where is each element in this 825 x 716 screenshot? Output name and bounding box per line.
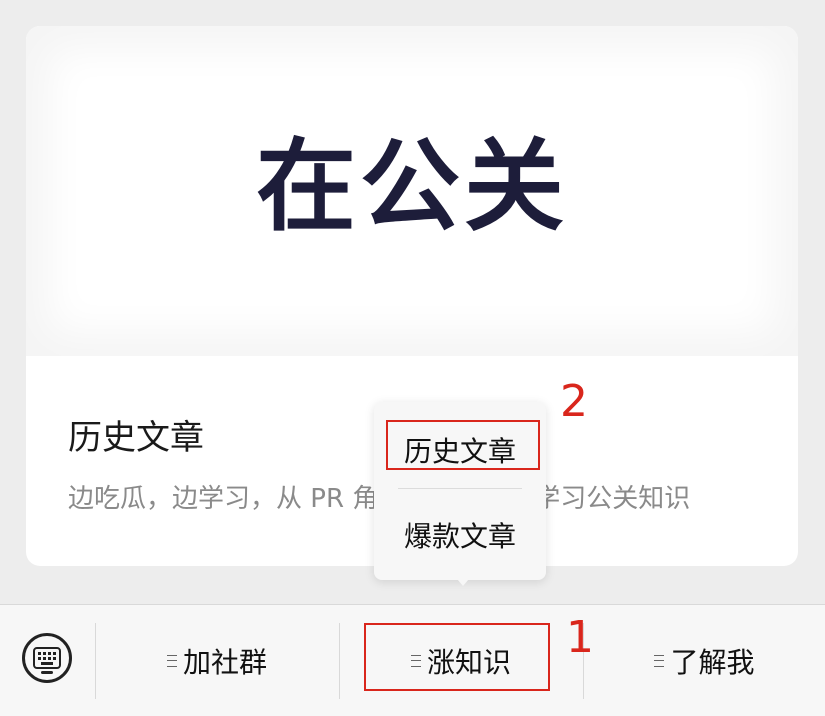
keyboard-glyph <box>33 647 61 669</box>
keyboard-icon[interactable] <box>22 633 72 683</box>
annotation-step-2: 2 <box>560 376 588 427</box>
annotation-box-history-articles <box>386 420 540 470</box>
annotation-step-1: 1 <box>566 612 594 663</box>
menu-item-label: 了解我 <box>670 646 755 679</box>
cover-logo-text: 在公关 <box>256 128 568 245</box>
popup-pointer-arrow <box>451 572 475 586</box>
article-cover-image: 在公关 <box>26 26 798 356</box>
annotation-box-learn-knowledge <box>364 623 550 691</box>
submenu-divider <box>398 488 522 489</box>
submenu-item-popular-articles[interactable]: 爆款文章 <box>374 517 546 557</box>
article-title: 历史文章 <box>68 418 204 458</box>
menu-item-join-group[interactable]: 加社群 <box>96 605 338 716</box>
menu-list-icon <box>166 655 177 667</box>
menu-item-about-me[interactable]: 了解我 <box>584 605 825 716</box>
menu-list-icon <box>654 655 665 667</box>
menu-item-label: 加社群 <box>182 646 267 679</box>
